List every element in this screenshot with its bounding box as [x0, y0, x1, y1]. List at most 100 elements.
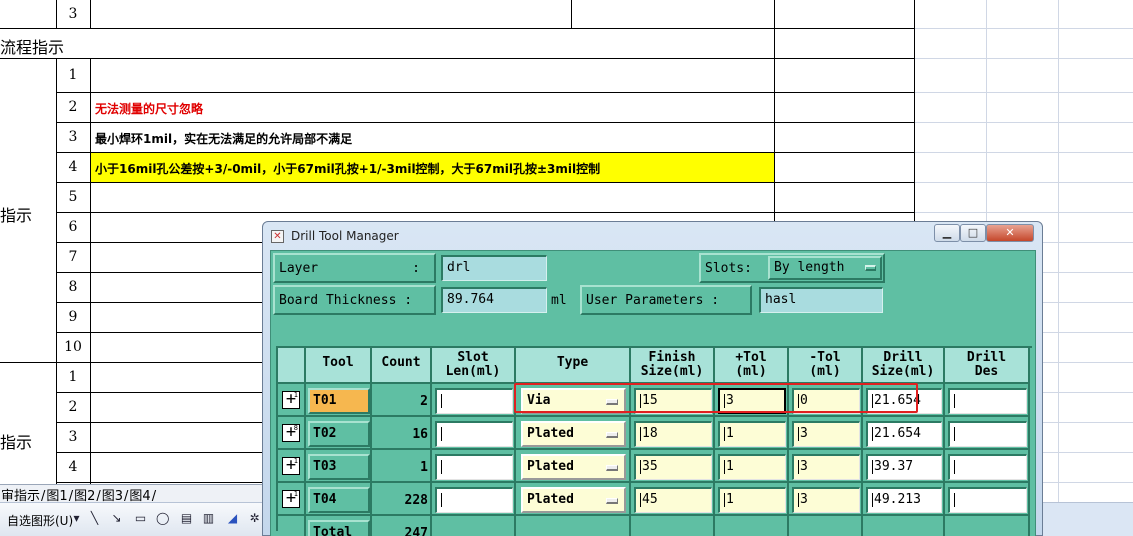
tool-button-t04[interactable]: T04: [308, 487, 370, 513]
tool-button-t02[interactable]: T02: [308, 421, 370, 447]
drill-des-input[interactable]: [948, 487, 1027, 513]
slots-label: Slots:: [705, 261, 752, 276]
col-header-minus-tol[interactable]: -Tol (ml): [789, 348, 863, 384]
row-number: 4: [68, 159, 78, 175]
row-number: 1: [68, 67, 78, 83]
row-number: 8: [68, 279, 78, 295]
note-min-ring[interactable]: 最小焊环1mil，实在无法满足的允许局部不满足: [95, 130, 352, 147]
oval-icon[interactable]: ◯: [156, 512, 169, 525]
row-number: 1: [68, 369, 78, 385]
col-header-tool[interactable]: Tool: [306, 348, 372, 384]
board-thickness-field[interactable]: 89.764: [441, 287, 547, 313]
row-number: 2: [68, 99, 78, 115]
dropdown-arrow-icon: [606, 498, 618, 504]
layer-label: Layer :: [273, 253, 436, 283]
slot-len-input[interactable]: [435, 487, 513, 513]
minus-tol-input[interactable]: 3: [792, 454, 860, 480]
row-number: 3: [68, 429, 78, 445]
dialog-titlebar[interactable]: ✕ Drill Tool Manager ▁ □ ✕: [263, 222, 1042, 250]
col-border: [571, 0, 572, 28]
dropdown-arrow-icon: [606, 432, 618, 438]
col-border: [56, 58, 57, 484]
status-strip: [1040, 502, 1133, 536]
plus-tol-input[interactable]: 1: [718, 487, 786, 513]
textbox-icon[interactable]: ▤: [180, 512, 193, 525]
drill-des-input[interactable]: [948, 421, 1027, 447]
vertical-textbox-icon[interactable]: ▥: [202, 512, 215, 525]
note-unmeasurable[interactable]: 无法测量的尺寸忽略: [95, 100, 203, 117]
drill-size-input[interactable]: 21.654: [866, 421, 942, 447]
tool-button-t01[interactable]: T01: [308, 388, 370, 414]
tool-grid: Tool Count Slot Len(ml) Type Finish Size(m…: [276, 346, 1032, 536]
row-number: 3: [68, 6, 78, 22]
row-number: 4: [68, 459, 78, 475]
row-border: [56, 182, 915, 183]
row-expand-button[interactable]: +1: [282, 457, 300, 475]
dropdown-arrow-icon[interactable]: ▾: [70, 512, 83, 525]
plus-tol-input[interactable]: 1: [718, 421, 786, 447]
row-expand-button[interactable]: +1: [282, 490, 300, 508]
col-header-drill-size[interactable]: Drill Size(ml): [863, 348, 945, 384]
tool-count: 2: [420, 394, 428, 409]
row-border: [56, 272, 262, 273]
slot-len-input[interactable]: [435, 454, 513, 480]
col-header-plus-tol[interactable]: +Tol (ml): [715, 348, 789, 384]
col-header-count[interactable]: Count: [372, 348, 432, 384]
col-header-slot-len[interactable]: Slot Len(ml): [432, 348, 516, 384]
note-hole-tolerance[interactable]: 小于16mil孔公差按+3/-0mil，小于67mil孔按+1/-3mil控制，…: [95, 160, 600, 177]
type-dropdown[interactable]: Plated: [521, 421, 626, 447]
minimize-button[interactable]: ▁: [934, 224, 960, 242]
minus-tol-input[interactable]: 3: [792, 487, 860, 513]
row-number: 10: [64, 339, 82, 355]
slot-len-input[interactable]: [435, 388, 513, 414]
close-button[interactable]: ✕: [986, 224, 1034, 242]
col-header-finish-size[interactable]: Finish Size(ml): [631, 348, 715, 384]
tool-count: 16: [412, 427, 428, 442]
col-header-drill-des[interactable]: Drill Des: [945, 348, 1030, 384]
col-header-type[interactable]: Type: [516, 348, 631, 384]
maximize-button[interactable]: □: [960, 224, 986, 242]
slot-len-input[interactable]: [435, 421, 513, 447]
layer-field[interactable]: drl: [441, 255, 547, 281]
arrow-icon[interactable]: ↘: [110, 512, 123, 525]
finish-size-input[interactable]: 35: [634, 454, 712, 480]
tool-button-t03[interactable]: T03: [308, 454, 370, 480]
drill-des-input[interactable]: [948, 454, 1027, 480]
col-border: [90, 0, 91, 28]
drill-tool-manager-dialog: ✕ Drill Tool Manager ▁ □ ✕ Layer : drl S…: [262, 221, 1043, 536]
row-border: [56, 482, 262, 483]
thickness-unit: ml: [551, 293, 567, 308]
finish-size-input[interactable]: 18: [634, 421, 712, 447]
row-expand-button[interactable]: +8: [282, 424, 300, 442]
slots-dropdown[interactable]: By length: [768, 256, 882, 280]
minus-tol-input[interactable]: 3: [792, 421, 860, 447]
dropdown-arrow-icon: [606, 465, 618, 471]
drill-size-input[interactable]: 39.37: [866, 454, 942, 480]
row-number: 5: [68, 189, 78, 205]
user-parameters-field[interactable]: hasl: [759, 287, 883, 313]
drill-des-input[interactable]: [948, 388, 1027, 414]
row-number: 6: [68, 219, 78, 235]
row-border: [56, 302, 262, 303]
rectangle-icon[interactable]: ▭: [134, 512, 147, 525]
section-label-indication: 指示: [0, 206, 33, 225]
row-border: [56, 122, 915, 123]
row-expand-button[interactable]: +1: [282, 391, 300, 409]
row-number: 3: [68, 129, 78, 145]
sheet-tab-bar: 审指示/图1/图2/图3/图4/: [0, 484, 262, 504]
wordart-icon[interactable]: ◢: [226, 512, 239, 525]
section-label-process: 流程指示: [0, 38, 65, 57]
type-dropdown[interactable]: Plated: [521, 487, 626, 513]
finish-size-input[interactable]: 45: [634, 487, 712, 513]
drill-size-input[interactable]: 49.213: [866, 487, 942, 513]
type-dropdown[interactable]: Plated: [521, 454, 626, 480]
line-icon[interactable]: ╲: [88, 512, 101, 525]
dialog-client-area: Layer : drl Slots: By length Board Thick…: [270, 250, 1036, 536]
dropdown-arrow-icon: [865, 265, 876, 271]
drawing-toolbar: 自选图形(U) ▾ ╲ ↘ ▭ ◯ ▤ ▥ ◢ ✲: [0, 502, 262, 536]
header-corner: [278, 348, 306, 384]
plus-tol-input[interactable]: 1: [718, 454, 786, 480]
autoshapes-menu[interactable]: 自选图形(U): [7, 512, 73, 529]
row-border: [56, 242, 262, 243]
diagram-icon[interactable]: ✲: [248, 512, 261, 525]
